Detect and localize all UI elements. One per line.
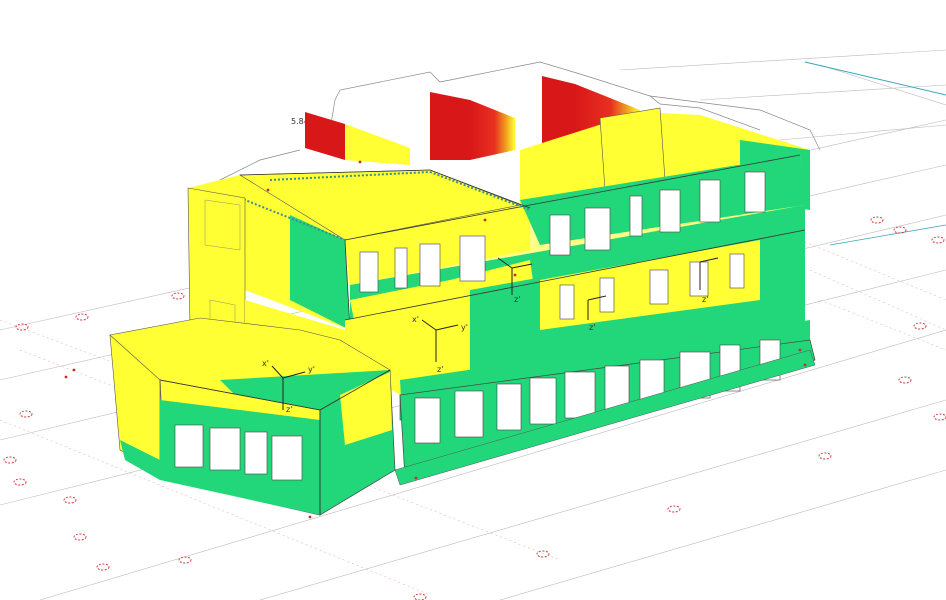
axis-x-label: x': [262, 359, 269, 368]
axis-z-label: z': [437, 365, 443, 374]
global-axis-line: [829, 224, 946, 246]
roof-wall-middle-side: [470, 100, 515, 160]
roof-wall-left: [305, 112, 345, 160]
roof-wall-middle: [430, 92, 470, 160]
front-annex: [109, 317, 396, 516]
axis-z-label: z': [286, 405, 292, 414]
axis-y-label: y': [461, 323, 468, 332]
axis-y-label: y': [308, 365, 315, 374]
max-value-label: 5.8: [291, 117, 304, 126]
3d-viewport[interactable]: x' y' z' x' y' z' z' z' z' 5.8: [0, 0, 946, 600]
axis-z-label: z': [514, 295, 520, 304]
max-value-marker: [304, 120, 308, 124]
global-axis-line: [804, 61, 946, 96]
axis-x-label: x': [412, 315, 419, 324]
roof-wall-left-side: [345, 124, 410, 165]
axis-z-label: z': [702, 295, 708, 304]
axis-z-label: z': [589, 323, 595, 332]
